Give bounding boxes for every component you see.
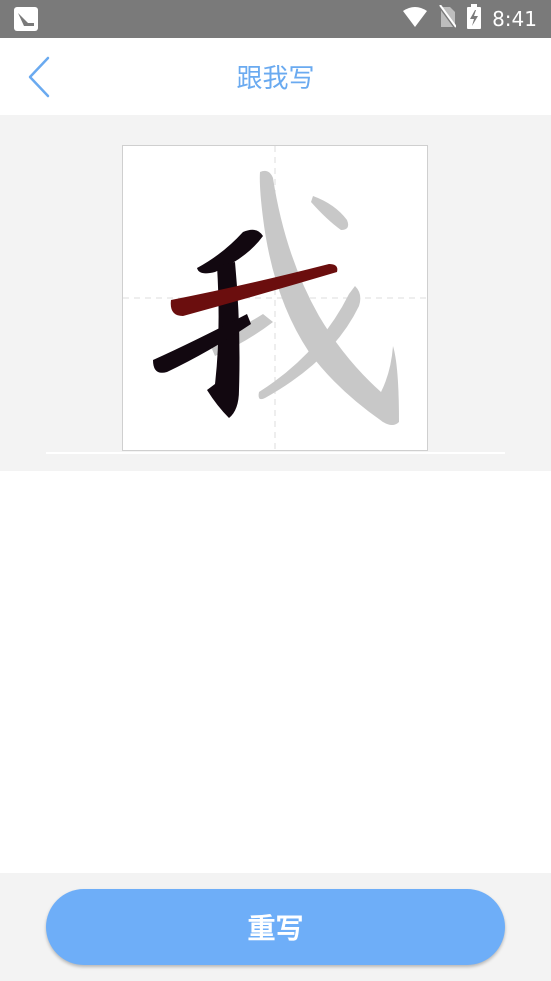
status-bar: 8:41 bbox=[0, 0, 551, 38]
no-sim-icon bbox=[438, 4, 457, 33]
wifi-icon bbox=[402, 6, 428, 32]
page-title: 跟我写 bbox=[236, 64, 315, 94]
app-header: 跟我写 bbox=[0, 38, 551, 115]
status-icons: 8:41 bbox=[402, 0, 537, 38]
written-strokes bbox=[153, 229, 263, 418]
app-notification-icon bbox=[14, 7, 38, 31]
writing-grid[interactable] bbox=[122, 145, 428, 451]
practice-area bbox=[0, 115, 551, 471]
divider bbox=[46, 452, 505, 454]
battery-charging-icon bbox=[466, 4, 482, 34]
status-time: 8:41 bbox=[492, 7, 537, 31]
footer: 重写 bbox=[0, 873, 551, 981]
blank-area bbox=[0, 471, 551, 873]
rewrite-button[interactable]: 重写 bbox=[46, 889, 505, 965]
